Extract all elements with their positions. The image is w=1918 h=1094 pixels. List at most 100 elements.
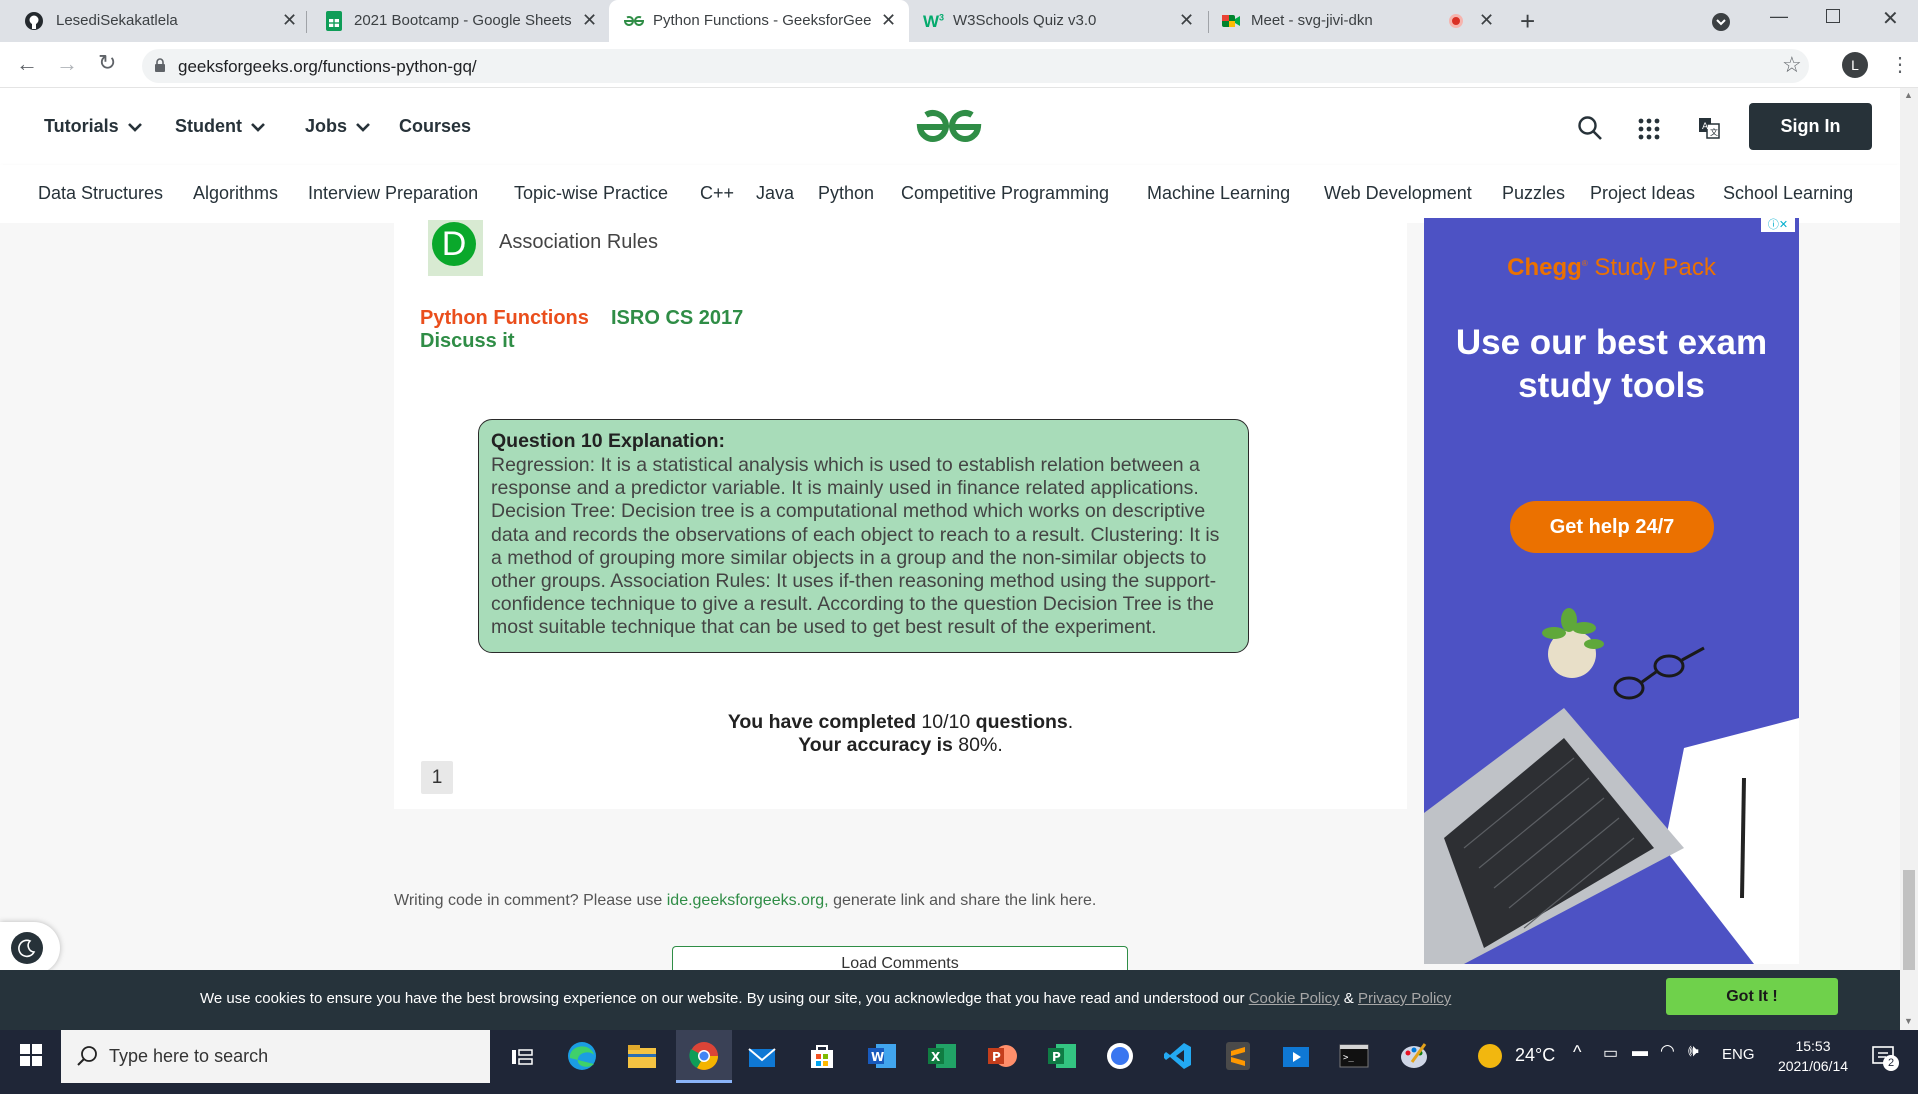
subnav-item-machine-learning[interactable]: Machine Learning (1147, 183, 1290, 204)
svg-text:A: A (1702, 122, 1709, 132)
volume-icon[interactable]: 🕪 (1688, 1041, 1699, 1061)
reload-icon[interactable]: ↻ (98, 50, 116, 76)
subnav-item-project-ideas[interactable]: Project Ideas (1590, 183, 1695, 204)
clock[interactable]: 15:53 2021/06/14 (1766, 1036, 1860, 1076)
ad-headline-line: Use our best exam (1455, 323, 1768, 362)
tab-search-icon[interactable] (1712, 13, 1730, 31)
meet-tray-icon[interactable]: ▭ (1603, 1043, 1618, 1063)
close-icon[interactable]: ✕ (282, 10, 297, 31)
nav-student[interactable]: Student (175, 116, 266, 137)
close-icon[interactable]: ✕ (582, 10, 597, 31)
minimize-icon[interactable]: — (1770, 6, 1788, 27)
mail-icon[interactable] (746, 1042, 778, 1074)
search-icon[interactable] (1577, 115, 1603, 141)
privacy-policy-link[interactable]: Privacy Policy (1358, 990, 1451, 1007)
subnav-item-puzzles[interactable]: Puzzles (1502, 183, 1565, 204)
subnav-item-school-learning[interactable]: School Learning (1723, 183, 1853, 204)
file-explorer-icon[interactable] (626, 1040, 658, 1072)
weather-temperature[interactable]: 24°C (1515, 1045, 1555, 1066)
tray-chevron-up-icon[interactable]: ^ (1573, 1042, 1581, 1063)
word-icon[interactable]: W (866, 1040, 898, 1072)
battery-icon[interactable]: ▬ (1632, 1043, 1648, 1061)
vscode-icon[interactable] (1162, 1040, 1194, 1072)
profile-avatar[interactable]: L (1842, 52, 1868, 78)
subnav-item-java[interactable]: Java (756, 183, 794, 204)
answer-option-d[interactable]: D (428, 220, 483, 276)
got-it-button[interactable]: Got It ! (1666, 978, 1838, 1015)
completed-suffix: questions (975, 711, 1068, 733)
ad-cta-button[interactable]: Get help 24/7 (1510, 501, 1714, 553)
notification-count: 2 (1883, 1055, 1899, 1071)
weather-sun-icon[interactable] (1478, 1044, 1502, 1068)
apps-grid-icon[interactable] (1638, 118, 1660, 140)
movies-tv-icon[interactable] (1280, 1040, 1312, 1072)
subnav-item-topic-wise-practice[interactable]: Topic-wise Practice (514, 183, 668, 204)
browser-tab-meet[interactable]: Meet - svg-jivi-dkn ✕ (1209, 0, 1505, 42)
excel-icon[interactable]: X (926, 1040, 958, 1072)
window-close-icon[interactable]: ✕ (1882, 6, 1899, 31)
nav-courses[interactable]: Courses (399, 116, 471, 137)
subnav-item-data-structures[interactable]: Data Structures (38, 183, 163, 204)
tab-title: 2021 Bootcamp - Google Sheets (354, 12, 572, 29)
completed-prefix: You have completed (727, 711, 916, 733)
nav-tutorials[interactable]: Tutorials (44, 116, 143, 137)
browser-tab-w3schools[interactable]: W3 W3Schools Quiz v3.0 ✕ (909, 0, 1209, 42)
subnav-item-algorithms[interactable]: Algorithms (193, 183, 278, 204)
gfg-logo-icon[interactable] (914, 106, 984, 146)
nav-label: Tutorials (44, 116, 119, 136)
completed-line: You have completed 10/10 questions. (727, 711, 1074, 733)
pagination-page[interactable]: 1 (421, 761, 453, 794)
project-icon[interactable]: P (1046, 1040, 1078, 1072)
subnav-item-interview-preparation[interactable]: Interview Preparation (308, 183, 478, 204)
scroll-up-icon[interactable]: ▲ (1904, 90, 1913, 100)
more-menu-icon[interactable]: ⋮ (1890, 52, 1910, 77)
address-bar[interactable]: geeksforgeeks.org/functions-python-gq/ ☆ (142, 49, 1809, 83)
ide-link[interactable]: ide.geeksforgeeks.org, (667, 892, 829, 909)
subnav-item-python[interactable]: Python (818, 183, 874, 204)
scroll-down-icon[interactable]: ▼ (1904, 1016, 1913, 1026)
new-tab-icon[interactable]: + (1520, 6, 1535, 37)
edge-icon[interactable] (566, 1040, 598, 1072)
subnav-item-web-development[interactable]: Web Development (1324, 183, 1472, 204)
close-icon[interactable]: ✕ (881, 10, 896, 31)
translate-icon[interactable]: A文 (1698, 117, 1720, 139)
cookie-message: We use cookies to ensure you have the be… (200, 990, 1245, 1007)
sublime-text-icon[interactable] (1222, 1040, 1254, 1072)
tag-isro-cs-2017[interactable]: ISRO CS 2017 (611, 307, 743, 330)
notification-center-icon[interactable]: 2 (1870, 1042, 1900, 1072)
ad-choices-icon[interactable]: ⓘ✕ (1761, 218, 1795, 232)
subnav-item-competitive-programming[interactable]: Competitive Programming (901, 183, 1109, 204)
subnav-item-cpp[interactable]: C++ (700, 183, 734, 204)
svg-text:X: X (931, 1050, 941, 1064)
forward-icon[interactable]: → (56, 51, 78, 77)
back-icon[interactable]: ← (16, 51, 38, 77)
advertisement[interactable]: ⓘ✕ Chegg® Study Pack Use our best exam s… (1424, 218, 1799, 964)
page-scrollbar[interactable]: ▲ ▼ (1900, 88, 1918, 1030)
clock-time: 15:53 (1795, 1038, 1831, 1054)
browser-tab-sheets[interactable]: 2021 Bootcamp - Google Sheets ✕ (306, 0, 608, 42)
wifi-icon[interactable]: ◠ (1660, 1041, 1675, 1061)
nav-jobs[interactable]: Jobs (305, 116, 371, 137)
restore-icon[interactable] (1826, 9, 1840, 23)
sign-in-button[interactable]: Sign In (1749, 103, 1872, 150)
scrollbar-thumb[interactable] (1903, 870, 1915, 970)
store-icon[interactable] (806, 1040, 838, 1072)
taskbar-search-box[interactable]: Type here to search (61, 1030, 490, 1083)
close-icon[interactable]: ✕ (1179, 10, 1194, 31)
powerpoint-icon[interactable]: P (986, 1040, 1018, 1072)
close-icon[interactable]: ✕ (1479, 10, 1494, 31)
tag-python-functions[interactable]: Python Functions (420, 307, 589, 330)
discuss-link[interactable]: Discuss it (420, 330, 514, 353)
signal-icon[interactable] (1104, 1040, 1136, 1072)
paint-icon[interactable] (1398, 1040, 1430, 1072)
bookmark-star-icon[interactable]: ☆ (1782, 52, 1802, 78)
task-view-icon[interactable] (506, 1042, 538, 1074)
input-language[interactable]: ENG (1722, 1046, 1755, 1063)
terminal-icon[interactable]: >_ (1338, 1040, 1370, 1072)
windows-start-icon[interactable] (20, 1044, 42, 1066)
browser-tab-gfg[interactable]: Python Functions - GeeksforGeeks ✕ (609, 0, 909, 42)
cookie-policy-link[interactable]: Cookie Policy (1249, 990, 1340, 1007)
taskbar-chrome-active[interactable] (676, 1030, 732, 1083)
browser-tab-github[interactable]: LesediSekakatlela ✕ (0, 0, 306, 42)
dark-mode-toggle[interactable] (0, 922, 60, 974)
